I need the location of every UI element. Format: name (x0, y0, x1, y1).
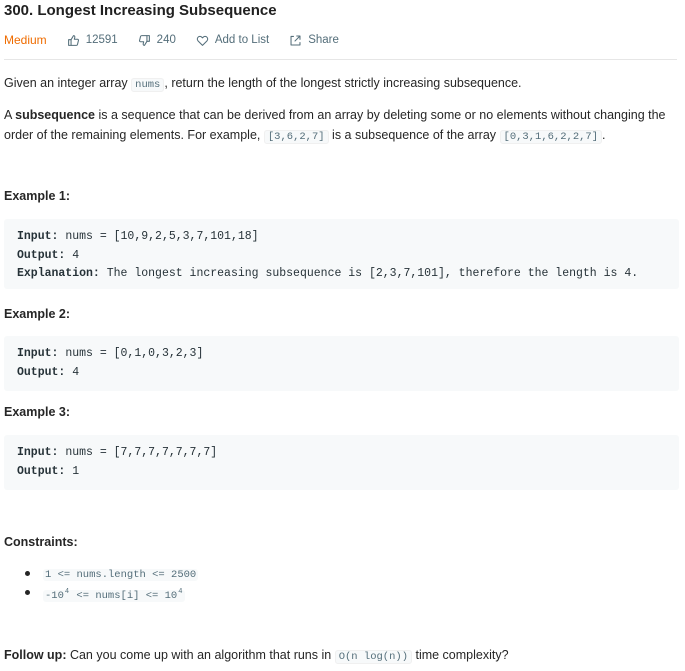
text: A (4, 108, 16, 122)
problem-title: 300. Longest Increasing Subsequence (4, 2, 277, 19)
input-value: nums = [0,1,0,3,2,3] (58, 347, 204, 360)
constraint-item: -104 <= nums[i] <= 104 (4, 583, 198, 602)
problem-meta-bar: Medium 12591 240 Add to List Share (4, 32, 359, 48)
share-icon (290, 35, 301, 45)
example-1-title: Example 1: (4, 189, 71, 203)
add-to-list-button[interactable]: Add to List (196, 34, 269, 47)
follow-up: Follow up: Can you come up with an algor… (4, 645, 509, 667)
explanation-value: The longest increasing subsequence is [2… (99, 267, 639, 280)
constraints-list: 1 <= nums.length <= 2500 -104 <= nums[i]… (4, 564, 199, 602)
text: is a subsequence of the array (328, 128, 500, 142)
constraint-item: 1 <= nums.length <= 2500 (4, 564, 199, 583)
example-1-block: Input: nums = [10,9,2,5,3,7,101,18] Outp… (4, 219, 679, 289)
text: Given an integer array (4, 76, 132, 90)
subsequence-term: subsequence (15, 108, 96, 122)
thumbs-up-icon (67, 34, 79, 46)
example-3-title: Example 3: (4, 405, 71, 419)
description-paragraph-2: A subsequence is a sequence that can be … (4, 105, 679, 147)
explanation-label: Explanation: (17, 267, 100, 280)
dislike-button[interactable]: 240 (138, 34, 176, 47)
constraints-title: Constraints: (4, 535, 78, 549)
input-label: Input: (17, 230, 59, 243)
thumbs-down-icon (138, 34, 150, 46)
heart-icon (196, 35, 209, 46)
example-2-block: Input: nums = [0,1,0,3,2,3] Output: 4 (4, 336, 679, 391)
output-value: 1 (65, 464, 80, 478)
follow-up-label: Follow up: (4, 648, 67, 662)
exponent: 4 (64, 588, 70, 596)
output-label: Output: (17, 248, 66, 262)
output-label: Output: (17, 365, 66, 379)
text: Can you come up with an algorithm that r… (66, 648, 335, 662)
text: -10 (45, 590, 64, 602)
constraint-code: -104 <= nums[i] <= 104 (43, 588, 186, 602)
complexity-code: O(n log(n)) (334, 650, 412, 664)
description-paragraph-1: Given an integer array nums, return the … (4, 73, 522, 95)
share-button[interactable]: Share (289, 34, 339, 47)
text: <= nums[i] <= 10 (70, 590, 178, 602)
exponent: 4 (178, 588, 183, 596)
like-count: 12591 (85, 34, 118, 46)
inline-code-example-subsequence: [3,6,2,7] (263, 130, 329, 144)
input-value: nums = [7,7,7,7,7,7,7] (58, 446, 218, 459)
share-label: Share (308, 34, 339, 46)
output-value: 4 (65, 365, 80, 379)
like-button[interactable]: 12591 (67, 34, 118, 47)
input-label: Input: (17, 446, 59, 459)
example-2-title: Example 2: (4, 307, 71, 321)
add-to-list-label: Add to List (214, 34, 270, 46)
difficulty-badge: Medium (4, 33, 47, 47)
example-3-block: Input: nums = [7,7,7,7,7,7,7] Output: 1 (4, 435, 679, 490)
input-value: nums = [10,9,2,5,3,7,101,18] (58, 230, 259, 243)
text: time complexity? (412, 648, 509, 662)
input-label: Input: (17, 347, 59, 360)
header-divider (4, 59, 677, 60)
dislike-count: 240 (156, 34, 176, 46)
text: , return the length of the longest stric… (164, 76, 522, 90)
inline-code-example-array: [0,3,1,6,2,2,7] (499, 130, 603, 144)
constraint-code: 1 <= nums.length <= 2500 (43, 569, 199, 581)
inline-code-nums: nums (131, 78, 165, 92)
output-value: 4 (65, 248, 80, 262)
output-label: Output: (17, 464, 66, 478)
text: . (602, 128, 606, 142)
